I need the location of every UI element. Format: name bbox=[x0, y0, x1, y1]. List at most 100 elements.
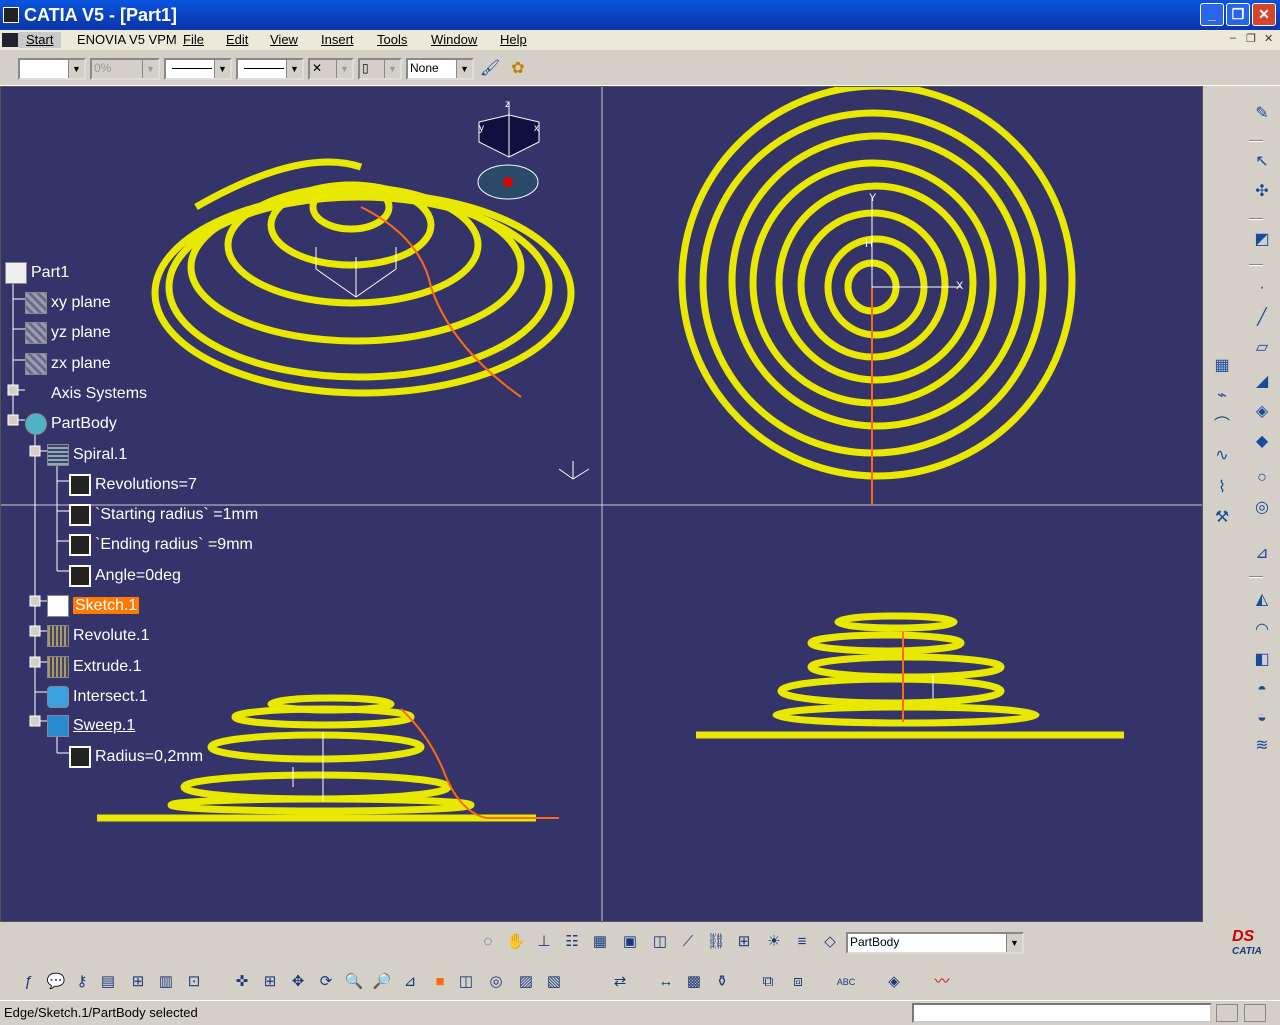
tree-node-spiral[interactable]: Spiral.1 bbox=[47, 443, 127, 467]
point-symbol-select[interactable]: ✕ ▼ bbox=[308, 58, 354, 80]
join-icon[interactable]: ⚒ bbox=[1210, 506, 1234, 530]
compass-icon[interactable]: z x y bbox=[477, 99, 540, 200]
hierarchy-icon[interactable]: ⊞ bbox=[732, 930, 756, 954]
spiral-top-view[interactable] bbox=[678, 87, 1076, 480]
work-object-icon[interactable]: ◇ bbox=[818, 930, 842, 954]
sketcher-icon[interactable]: ✎ bbox=[1250, 102, 1274, 126]
painter-icon[interactable]: 🖌 bbox=[479, 58, 501, 80]
line-thickness-select[interactable]: ▼ bbox=[164, 58, 232, 80]
fill-color-select[interactable]: ▼ bbox=[18, 58, 86, 80]
tree-node-part1[interactable]: Part1 bbox=[5, 261, 69, 285]
intersection-icon[interactable]: ⌁ bbox=[1210, 384, 1234, 408]
grid-icon[interactable]: ▦ bbox=[588, 930, 612, 954]
sketch-tools-icon[interactable]: ◩ bbox=[1250, 228, 1274, 252]
geometry-viewport[interactable]: X Y H z x y Part1 xy plane yz plane zx p… bbox=[0, 86, 1203, 922]
menu-edit[interactable]: Edit bbox=[226, 32, 248, 48]
wave-icon[interactable]: 〰 bbox=[930, 970, 954, 994]
offset-icon[interactable]: ◧ bbox=[1250, 648, 1274, 672]
rendering-style-select[interactable]: ▯ ▼ bbox=[358, 58, 402, 80]
fill-icon[interactable]: ◭ bbox=[1250, 588, 1274, 612]
rotate-icon[interactable]: ⟳ bbox=[314, 970, 338, 994]
tree-node-sweep[interactable]: Sweep.1 bbox=[47, 714, 135, 738]
pan-icon[interactable]: ✥ bbox=[286, 970, 310, 994]
blend-icon[interactable]: ◠ bbox=[1250, 618, 1274, 642]
table-icon[interactable]: ▤ bbox=[96, 970, 120, 994]
body-select[interactable]: PartBody ▼ bbox=[846, 932, 1024, 954]
measure-icon[interactable]: ⊡ bbox=[182, 970, 206, 994]
paste-icon[interactable]: ⧈ bbox=[786, 970, 810, 994]
multi-section-icon[interactable]: ◒ bbox=[1250, 706, 1274, 730]
quick-view-icon[interactable]: ■ bbox=[428, 970, 452, 994]
circle-icon[interactable]: ○ bbox=[1250, 466, 1274, 490]
minimize-button[interactable]: _ bbox=[1200, 3, 1224, 26]
pan-hand-icon[interactable]: ✋ bbox=[504, 930, 528, 954]
spring-front-view[interactable] bbox=[696, 612, 1124, 739]
link-icon[interactable]: ⛓ bbox=[704, 930, 728, 954]
revolve-surface-icon[interactable]: ◈ bbox=[1250, 400, 1274, 424]
zoom-area-icon[interactable]: ⊞ bbox=[258, 970, 282, 994]
render-icon[interactable]: ▧ bbox=[542, 970, 566, 994]
hide-show-icon[interactable]: ⇄ bbox=[608, 970, 632, 994]
tree-node-xy-plane[interactable]: xy plane bbox=[25, 291, 111, 315]
tree-node-intersect[interactable]: Intersect.1 bbox=[47, 685, 148, 709]
comment-icon[interactable]: 💬 bbox=[44, 970, 68, 994]
axis-icon[interactable]: ⊥ bbox=[532, 930, 556, 954]
tree-node-zx-plane[interactable]: zx plane bbox=[25, 352, 111, 376]
fly-mode-icon[interactable]: ◌ bbox=[476, 930, 500, 954]
normal-view-icon[interactable]: ⊿ bbox=[398, 970, 422, 994]
shading-icon[interactable]: ◎ bbox=[484, 970, 508, 994]
body-icon[interactable]: ▣ bbox=[618, 930, 642, 954]
tree-node-extrude[interactable]: Extrude.1 bbox=[47, 655, 141, 679]
menu-start[interactable]: Start bbox=[18, 32, 62, 48]
helix-icon[interactable]: ⌇ bbox=[1210, 476, 1234, 500]
doc-minimize-button[interactable]: – bbox=[1230, 32, 1236, 44]
tree-expand-icon[interactable]: ☷ bbox=[560, 930, 584, 954]
extrude-surface-icon[interactable]: ◢ bbox=[1250, 370, 1274, 394]
boundary-icon[interactable]: ≋ bbox=[1250, 734, 1274, 758]
circle-arc-icon[interactable]: ⌒ bbox=[1210, 414, 1234, 438]
iso-view-icon[interactable]: ◫ bbox=[454, 970, 478, 994]
power-input-field[interactable] bbox=[912, 1003, 1212, 1023]
tree-node-yz-plane[interactable]: yz plane bbox=[25, 321, 111, 345]
plane-tool-icon[interactable]: ▱ bbox=[1250, 336, 1274, 360]
line-icon[interactable]: ╱ bbox=[1250, 306, 1274, 330]
formula-icon[interactable]: ƒ bbox=[16, 970, 40, 994]
menu-file[interactable]: File bbox=[183, 32, 204, 48]
conic-icon[interactable]: ⊿ bbox=[1250, 542, 1274, 566]
zoom-out-icon[interactable]: 🔎 bbox=[370, 970, 394, 994]
power-input-button[interactable] bbox=[1216, 1004, 1238, 1022]
tree-node-revolutions[interactable]: Revolutions=7 bbox=[69, 473, 197, 497]
loft-icon[interactable]: ◓ bbox=[1250, 678, 1274, 702]
menu-enovia[interactable]: ENOVIA V5 VPM bbox=[77, 32, 177, 48]
restore-button[interactable]: ❐ bbox=[1226, 3, 1250, 26]
solid-icon[interactable]: ◫ bbox=[648, 930, 672, 954]
transparency-select[interactable]: 0% ▼ bbox=[90, 58, 160, 80]
tree-node-radius[interactable]: Radius=0,2mm bbox=[69, 745, 203, 769]
menu-tools[interactable]: Tools bbox=[377, 32, 407, 48]
line-type-select[interactable]: ▼ bbox=[236, 58, 304, 80]
tree-node-starting-radius[interactable]: `Starting radius` =1mm bbox=[69, 503, 258, 527]
spiral-tool-icon[interactable]: ◎ bbox=[1250, 496, 1274, 520]
inertia-icon[interactable]: ⚱ bbox=[710, 970, 734, 994]
menu-window[interactable]: Window bbox=[431, 32, 477, 48]
text-icon[interactable]: ABC bbox=[834, 970, 858, 994]
tree-icon[interactable]: ⊞ bbox=[126, 970, 150, 994]
lock-icon[interactable]: ⚷ bbox=[70, 970, 94, 994]
cancel-command-button[interactable] bbox=[1244, 1004, 1266, 1022]
menu-view[interactable]: View bbox=[270, 32, 298, 48]
properties-icon[interactable]: ✿ bbox=[507, 58, 529, 80]
tree-node-partbody[interactable]: PartBody bbox=[25, 412, 117, 436]
tree-node-axis-systems[interactable]: Axis Systems bbox=[25, 382, 147, 406]
menu-insert[interactable]: Insert bbox=[321, 32, 354, 48]
analysis-icon[interactable]: ⟋ bbox=[676, 930, 700, 954]
projection-icon[interactable]: ▦ bbox=[1210, 354, 1234, 378]
tree-node-revolute[interactable]: Revolute.1 bbox=[47, 624, 150, 648]
select-arrow-icon[interactable]: ↖ bbox=[1250, 150, 1274, 174]
doc-restore-button[interactable]: ❐ bbox=[1246, 32, 1256, 45]
layer-select[interactable]: None ▼ bbox=[406, 58, 474, 80]
catia-doc-icon[interactable] bbox=[2, 33, 18, 47]
tree-node-ending-radius[interactable]: `Ending radius` =9mm bbox=[69, 533, 253, 557]
point-icon[interactable]: · bbox=[1250, 276, 1274, 300]
list-icon[interactable]: ≡ bbox=[790, 930, 814, 954]
fit-all-icon[interactable]: ✜ bbox=[230, 970, 254, 994]
